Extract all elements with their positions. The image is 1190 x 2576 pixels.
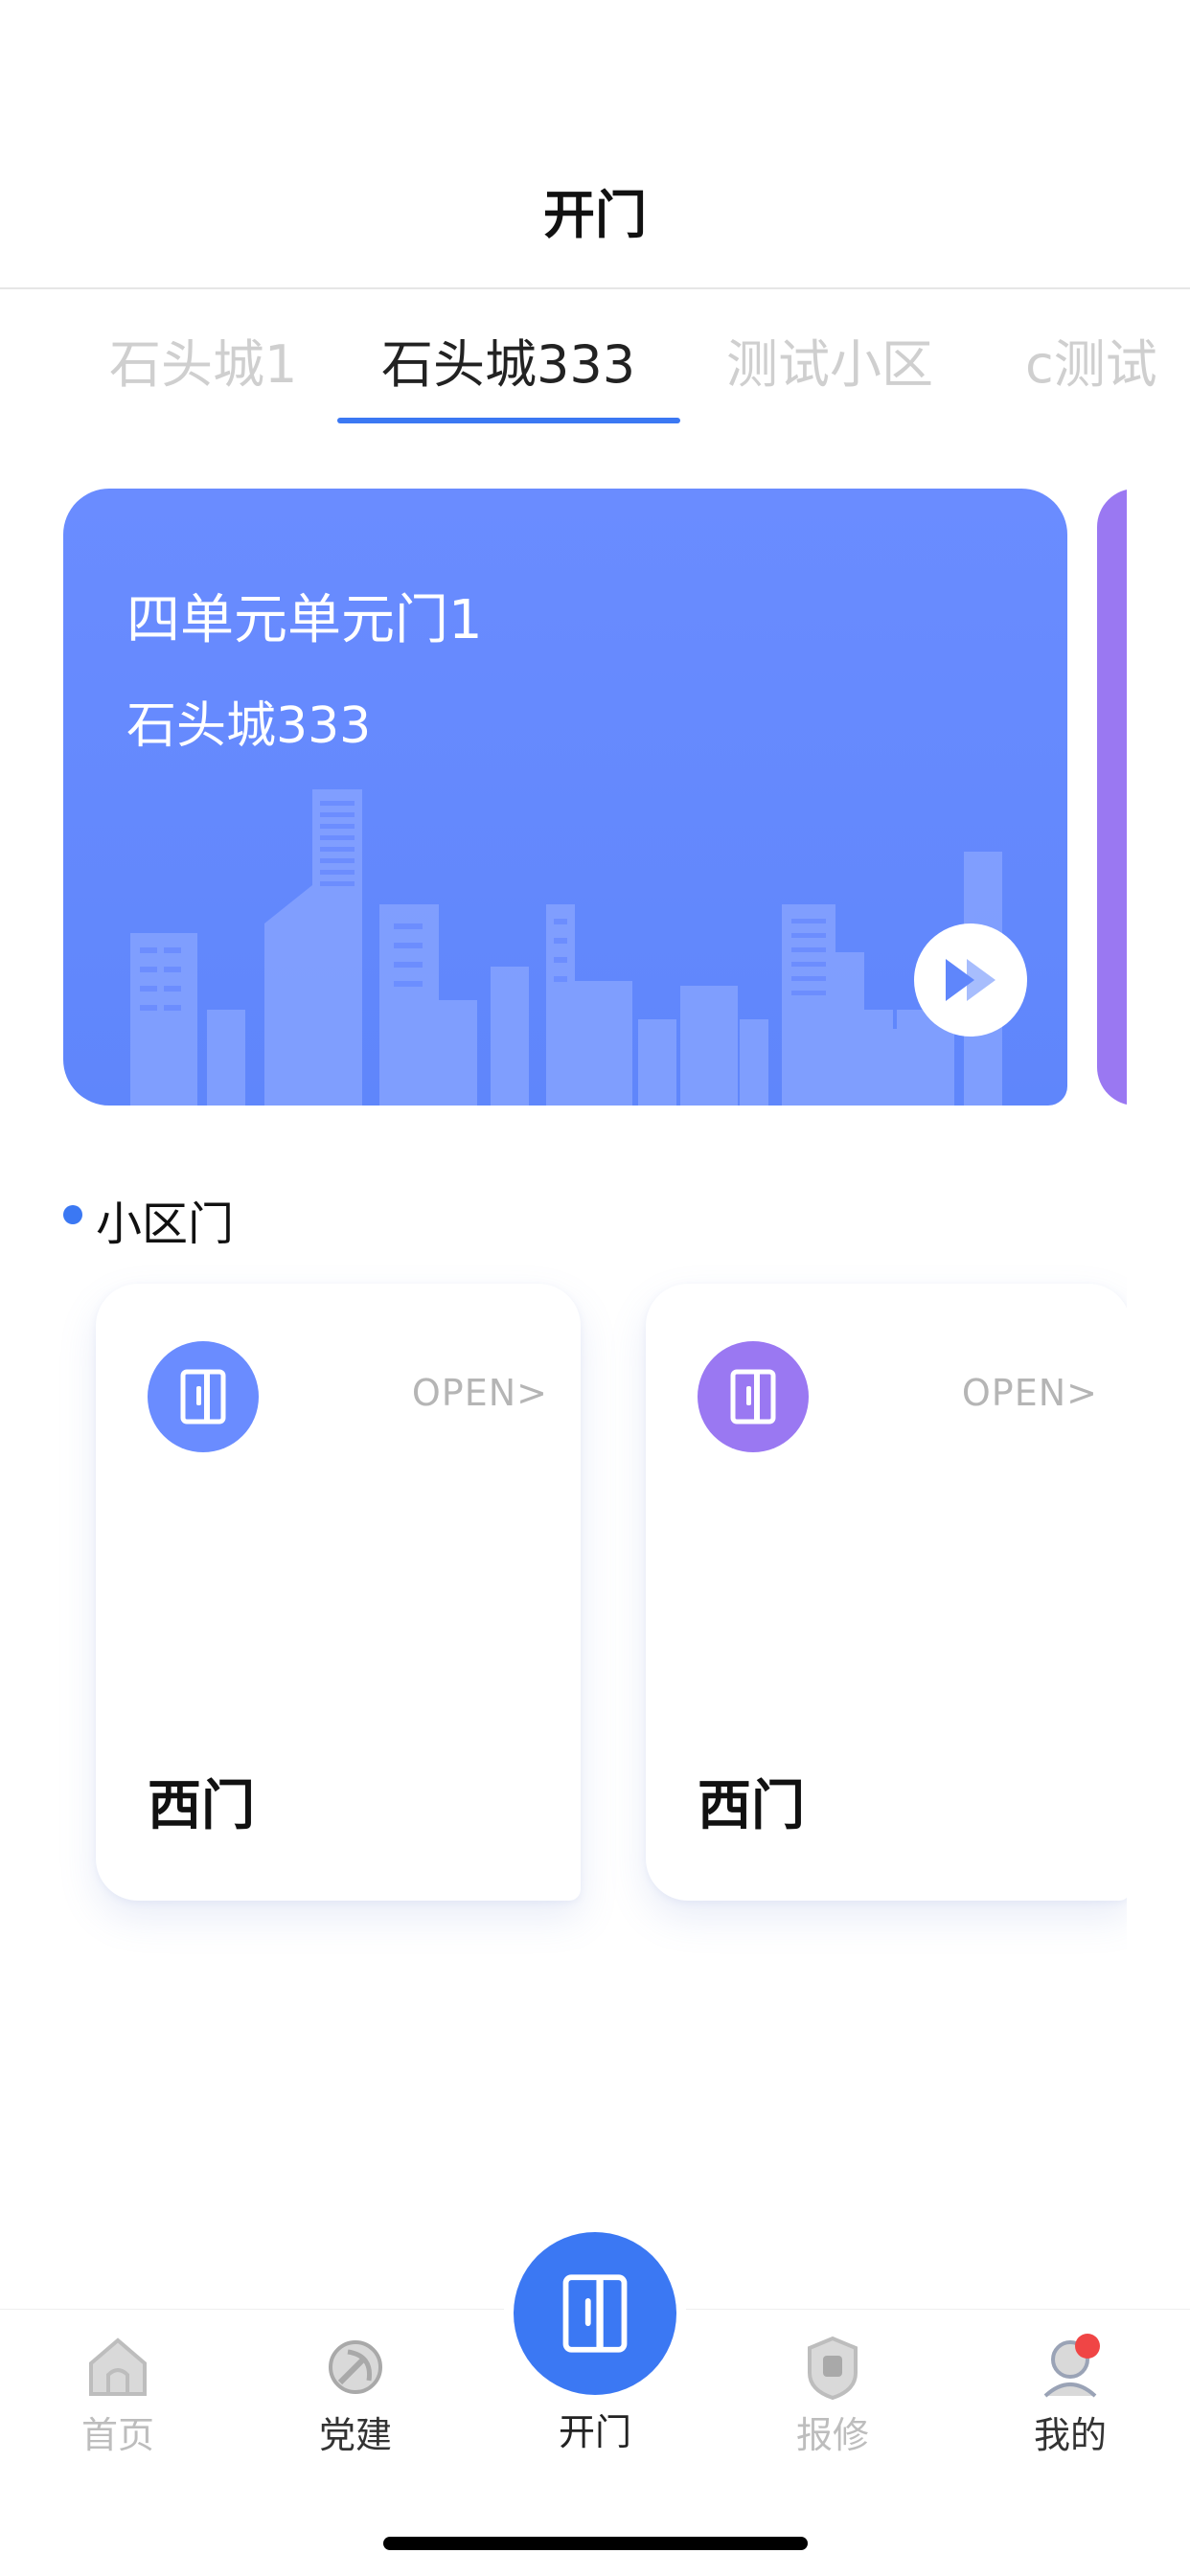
tab-c-test[interactable]: c测试	[1025, 322, 1157, 398]
door-icon	[698, 1341, 809, 1452]
page-title: 开门	[543, 185, 647, 245]
nav-open-door-button[interactable]	[514, 2232, 676, 2395]
gate-card[interactable]: OPEN> 西门	[646, 1284, 1131, 1901]
section-title: 小区门	[96, 1197, 235, 1251]
gates-edge-mask	[1127, 1255, 1190, 1964]
nav-open-door-label: 开门	[558, 2411, 631, 2453]
open-link[interactable]: OPEN>	[962, 1372, 1098, 1414]
tab-shitoucheng-1[interactable]: 石头城1	[109, 322, 297, 398]
community-gates-list: OPEN> 西门 OPEN> 西门	[0, 1255, 1190, 1964]
home-icon	[89, 2337, 147, 2396]
unit-door-community: 石头城333	[126, 697, 372, 755]
open-link[interactable]: OPEN>	[412, 1372, 548, 1414]
play-forward-icon[interactable]	[914, 923, 1027, 1037]
party-emblem-icon	[329, 2340, 382, 2394]
gate-card[interactable]: OPEN> 西门	[96, 1284, 581, 1901]
gate-name: 西门	[698, 1775, 805, 1837]
community-tabs: 石头城1 石头城333 测试小区 c测试	[0, 287, 1190, 441]
nav-repair[interactable]: 报修	[751, 2331, 914, 2458]
nav-profile[interactable]: 我的	[989, 2331, 1152, 2458]
repair-icon	[808, 2336, 858, 2401]
tab-shitoucheng-333[interactable]: 石头城333	[381, 322, 635, 398]
active-tab-indicator	[337, 418, 680, 423]
home-indicator	[383, 2537, 808, 2550]
carousel-edge-mask	[1127, 479, 1190, 1130]
door-icon	[148, 1341, 259, 1452]
city-skyline-illustration	[130, 789, 1002, 1106]
door-icon	[562, 2274, 628, 2353]
unit-door-name: 四单元单元门1	[126, 589, 483, 651]
nav-repair-label: 报修	[795, 2414, 869, 2456]
nav-home-label: 首页	[80, 2414, 154, 2456]
notification-badge	[1075, 2334, 1100, 2359]
nav-home[interactable]: 首页	[36, 2331, 199, 2458]
unit-door-card[interactable]: 四单元单元门1 石头城333	[63, 489, 1067, 1106]
nav-party[interactable]: 党建	[274, 2331, 437, 2458]
nav-party-label: 党建	[318, 2414, 392, 2456]
section-bullet	[63, 1205, 82, 1224]
nav-profile-label: 我的	[1033, 2414, 1107, 2456]
tab-test-community[interactable]: 测试小区	[726, 322, 933, 398]
gate-name: 西门	[148, 1775, 255, 1837]
unit-door-carousel: 四单元单元门1 石头城333	[0, 479, 1190, 1130]
